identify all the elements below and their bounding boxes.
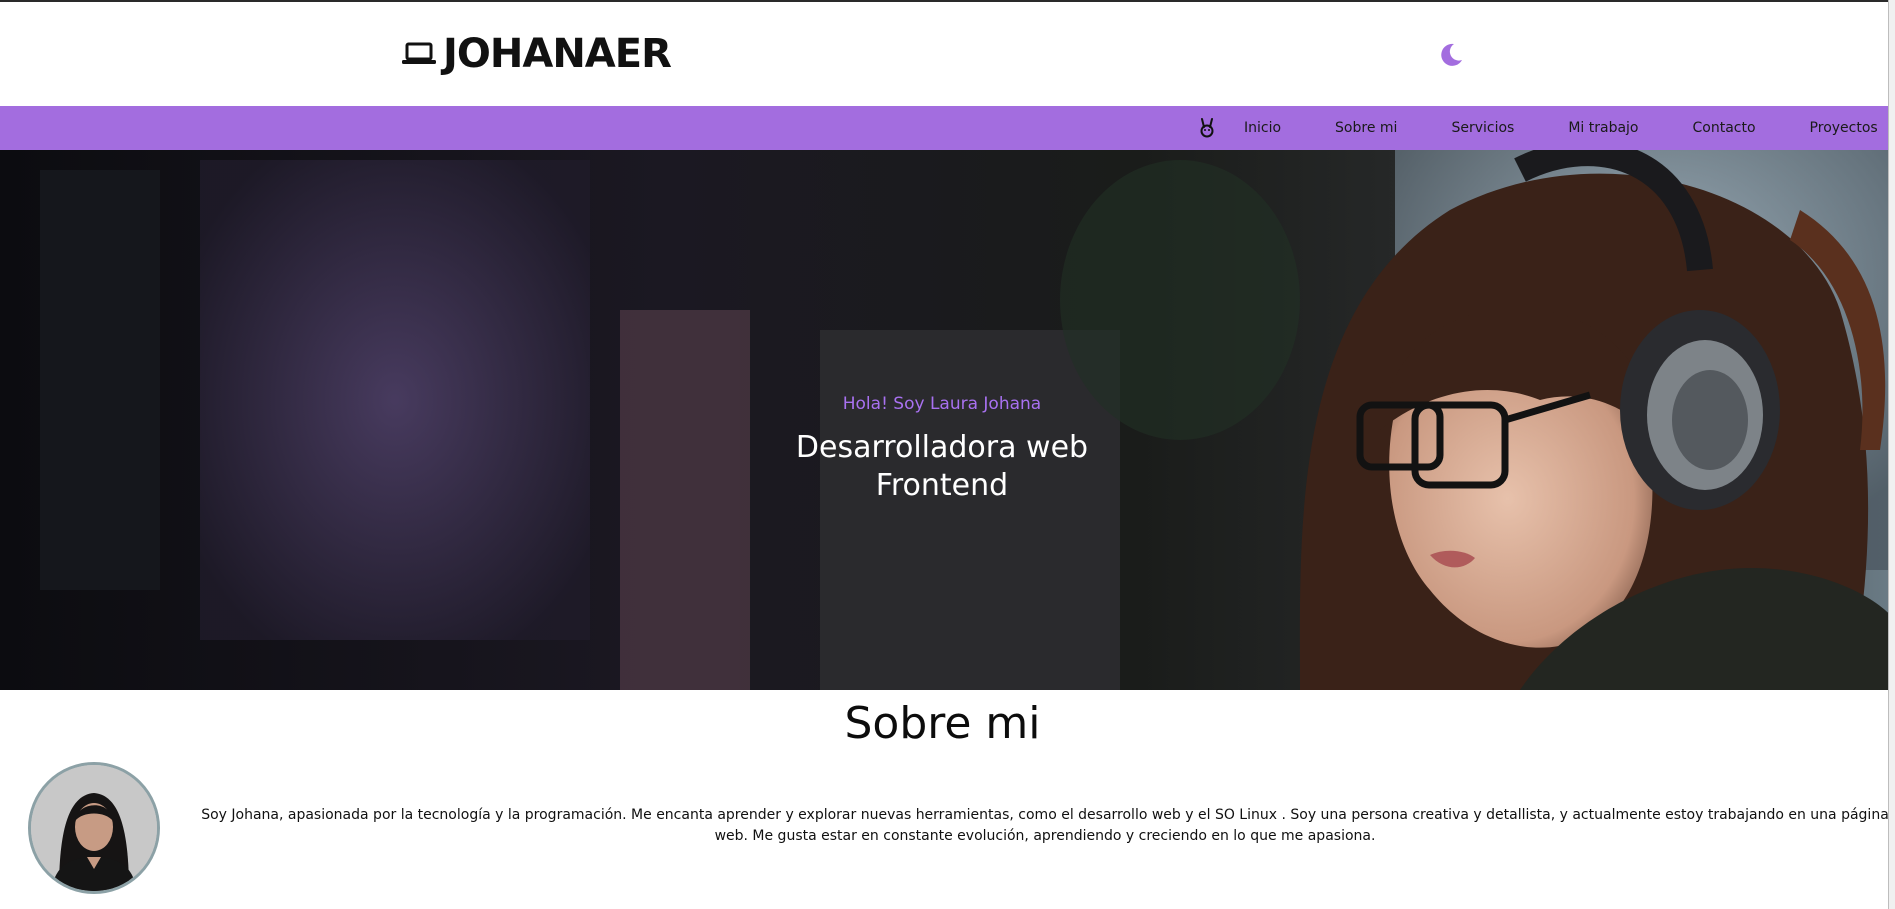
nav-link-sobre-mi[interactable]: Sobre mi [1335,120,1397,136]
about-title: Sobre mi [844,698,1041,749]
page-scrollbar[interactable] [1888,0,1895,909]
moon-icon [1441,43,1462,66]
logo-text: JOHANAER [443,31,672,77]
nav-links: Inicio Sobre mi Servicios Mi trabajo Con… [1244,106,1878,150]
nav-link-inicio[interactable]: Inicio [1244,120,1281,136]
laptop-icon [402,42,436,64]
avatar [28,762,160,894]
hero-title-line-2: Frontend [875,468,1009,503]
hero-text: Hola! Soy Laura Johana Desarrolladora we… [742,393,1142,505]
hero-title-line-1: Desarrolladora web [795,430,1089,465]
profile-photo [31,765,157,891]
logo[interactable]: JOHANAER [401,31,672,77]
page: JOHANAER Inicio Sobre mi Servicios Mi tr… [0,0,1895,909]
theme-toggle-button[interactable] [1435,40,1465,70]
hero-greeting: Hola! Soy Laura Johana [842,394,1042,414]
nav-link-proyectos[interactable]: Proyectos [1810,120,1878,136]
top-header: JOHANAER [0,0,1895,106]
nav-link-contacto[interactable]: Contacto [1693,120,1756,136]
about-text: Soy Johana, apasionada por la tecnología… [201,807,1889,844]
hero-title: Desarrolladora web Frontend [742,429,1142,505]
main-nav: Inicio Sobre mi Servicios Mi trabajo Con… [0,106,1895,150]
browser-viewport: JOHANAER Inicio Sobre mi Servicios Mi tr… [0,0,1895,909]
rabbit-icon[interactable] [1196,117,1218,139]
nav-link-servicios[interactable]: Servicios [1451,120,1514,136]
hero-section: Hola! Soy Laura Johana Desarrolladora we… [0,150,1895,690]
nav-link-mi-trabajo[interactable]: Mi trabajo [1568,120,1638,136]
